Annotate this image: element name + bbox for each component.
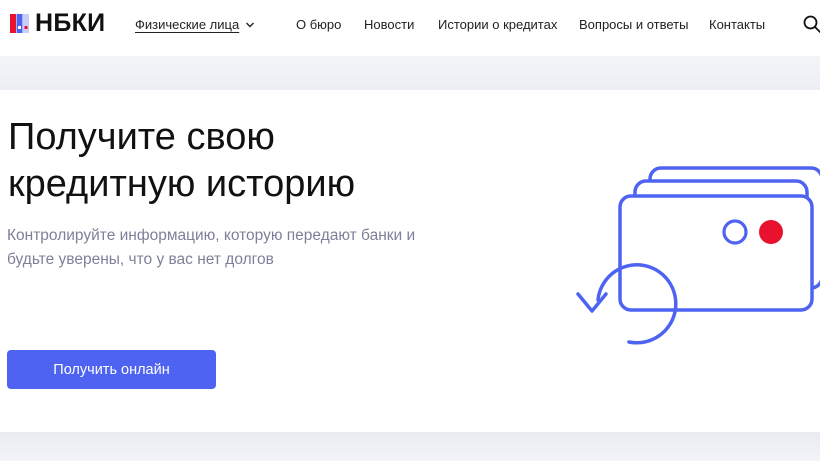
nbki-logo-icon xyxy=(10,14,29,33)
site-header: НБКИ Физические лица О бюро Новости Исто… xyxy=(0,0,820,52)
logo[interactable]: НБКИ xyxy=(10,11,105,36)
chevron-down-icon xyxy=(246,22,255,27)
hero-title-line-2: кредитную историю xyxy=(8,163,356,205)
hero-subtitle-line-1: Контролируйте информацию, которую переда… xyxy=(7,227,416,244)
segment-label: Физические лица xyxy=(135,17,240,32)
hero-subtitle-line-2: будьте уверены, что у вас нет долгов xyxy=(7,251,274,268)
nav-link-stories[interactable]: Истории о кредитах xyxy=(438,17,557,32)
get-online-button[interactable]: Получить онлайн xyxy=(7,350,216,389)
segment-selector[interactable]: Физические лица xyxy=(135,17,255,32)
hero-title-line-1: Получите свою xyxy=(8,116,275,158)
nav-link-news[interactable]: Новости xyxy=(364,17,414,32)
hero-title: Получите свою кредитную историю xyxy=(8,114,448,208)
footer-divider-band xyxy=(0,432,820,461)
hero-subtitle: Контролируйте информацию, которую переда… xyxy=(7,224,497,272)
search-icon[interactable] xyxy=(803,15,820,33)
header-divider-band xyxy=(0,56,820,90)
nav-link-faq[interactable]: Вопросы и ответы xyxy=(579,17,688,32)
nav-link-about[interactable]: О бюро xyxy=(296,17,341,32)
nav-link-contacts[interactable]: Контакты xyxy=(709,17,765,32)
credit-cards-refresh-illustration xyxy=(576,166,820,345)
logo-text: НБКИ xyxy=(35,9,106,37)
